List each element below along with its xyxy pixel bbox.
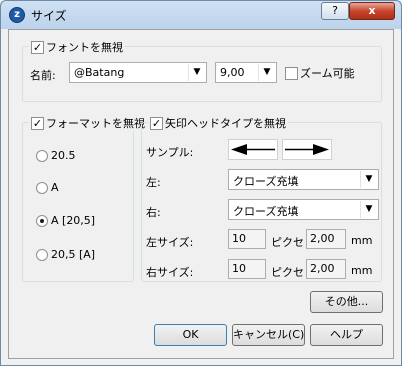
format-group-header: フォーマットを無視	[29, 115, 147, 131]
font-name-label: 名前:	[30, 69, 56, 82]
format-option-3[interactable]: A [20,5]	[36, 214, 95, 227]
format-option-label: A [20,5]	[51, 214, 96, 227]
left-size-mm-field[interactable]: 2,00	[306, 229, 346, 249]
ignore-font-checkbox[interactable]	[31, 40, 44, 54]
ignore-format-label: フォーマットを無視	[46, 117, 145, 130]
format-option-2[interactable]: A	[36, 181, 59, 194]
ignore-arrowhead-label: 矢印ヘッドタイプを無視	[165, 117, 286, 130]
font-name-combo[interactable]: @Batang ▼	[69, 62, 207, 83]
format-option-1[interactable]: 20.5	[36, 149, 76, 162]
zoomable-checkbox[interactable]	[285, 66, 298, 80]
title-close-button[interactable]: x	[349, 2, 395, 20]
left-size-px-field[interactable]: 10	[228, 229, 266, 249]
format-group: フォーマットを無視 20.5 A A [20,5] 20,5 [A]	[22, 115, 147, 282]
arrowhead-group: 矢印ヘッドタイプを無視 サンプル: 左: クローズ充填 ▼ 右:	[141, 115, 382, 282]
format-radio[interactable]	[36, 181, 48, 194]
chevron-down-icon: ▼	[360, 201, 377, 218]
left-arrow-sample	[228, 139, 278, 160]
left-size-px-unit: ピクセ	[271, 236, 304, 249]
zoomable-option[interactable]: ズーム可能	[285, 65, 355, 81]
left-size-label: 左サイズ:	[146, 236, 194, 249]
format-option-label: A	[51, 181, 59, 194]
chevron-down-icon: ▼	[258, 64, 275, 81]
font-group-header: フォントを無視	[29, 39, 125, 55]
arrowhead-group-header: 矢印ヘッドタイプを無視	[148, 115, 288, 131]
other-button[interactable]: その他...	[310, 291, 383, 313]
left-head-label: 左:	[146, 176, 161, 189]
zoomable-label: ズーム可能	[300, 67, 355, 80]
format-option-label: 20.5	[51, 149, 76, 162]
left-head-combo[interactable]: クローズ充填 ▼	[228, 169, 379, 190]
right-size-px-field[interactable]: 10	[228, 259, 266, 279]
format-radio[interactable]	[36, 149, 48, 162]
right-size-px-unit: ピクセ	[271, 266, 304, 279]
right-arrow-icon	[285, 144, 329, 155]
left-arrow-icon	[231, 144, 275, 155]
format-option-4[interactable]: 20,5 [A]	[36, 248, 95, 261]
format-radio-selected[interactable]	[36, 214, 48, 227]
title-help-button[interactable]: ?	[321, 2, 349, 20]
chevron-down-icon: ▼	[360, 171, 377, 188]
help-button[interactable]: ヘルプ	[310, 324, 383, 346]
app-logo-icon: z	[9, 7, 25, 23]
sample-label: サンプル:	[146, 146, 194, 159]
chevron-down-icon: ▼	[188, 64, 205, 81]
ignore-arrowhead-checkbox[interactable]	[150, 116, 163, 130]
right-head-label: 右:	[146, 206, 161, 219]
font-size-value: 9,00	[220, 66, 245, 79]
ok-button[interactable]: OK	[154, 324, 227, 346]
right-arrow-sample	[282, 139, 332, 160]
font-group: フォントを無視 名前: @Batang ▼ 9,00 ▼ ズーム可能	[22, 39, 382, 102]
window-title: サイズ	[31, 9, 67, 23]
font-size-combo[interactable]: 9,00 ▼	[215, 62, 277, 83]
left-size-mm-unit: mm	[351, 234, 373, 247]
title-bar: z サイズ ? x	[1, 1, 401, 29]
format-radio[interactable]	[36, 248, 48, 261]
right-size-label: 右サイズ:	[146, 266, 194, 279]
ignore-font-label: フォントを無視	[46, 41, 123, 54]
ignore-format-checkbox[interactable]	[31, 116, 44, 130]
cancel-button[interactable]: キャンセル(C)	[232, 324, 305, 346]
dialog-window: z サイズ ? x フォントを無視 名前: @Batang ▼ 9,00 ▼ ズ…	[0, 0, 402, 366]
font-name-value: @Batang	[74, 66, 125, 79]
left-head-value: クローズ充填	[233, 175, 299, 188]
format-option-label: 20,5 [A]	[51, 248, 96, 261]
dialog-client: フォントを無視 名前: @Batang ▼ 9,00 ▼ ズーム可能 フォーマッ…	[8, 29, 394, 359]
right-head-combo[interactable]: クローズ充填 ▼	[228, 199, 379, 220]
right-head-value: クローズ充填	[233, 205, 299, 218]
right-size-mm-field[interactable]: 2,00	[306, 259, 346, 279]
right-size-mm-unit: mm	[351, 264, 373, 277]
